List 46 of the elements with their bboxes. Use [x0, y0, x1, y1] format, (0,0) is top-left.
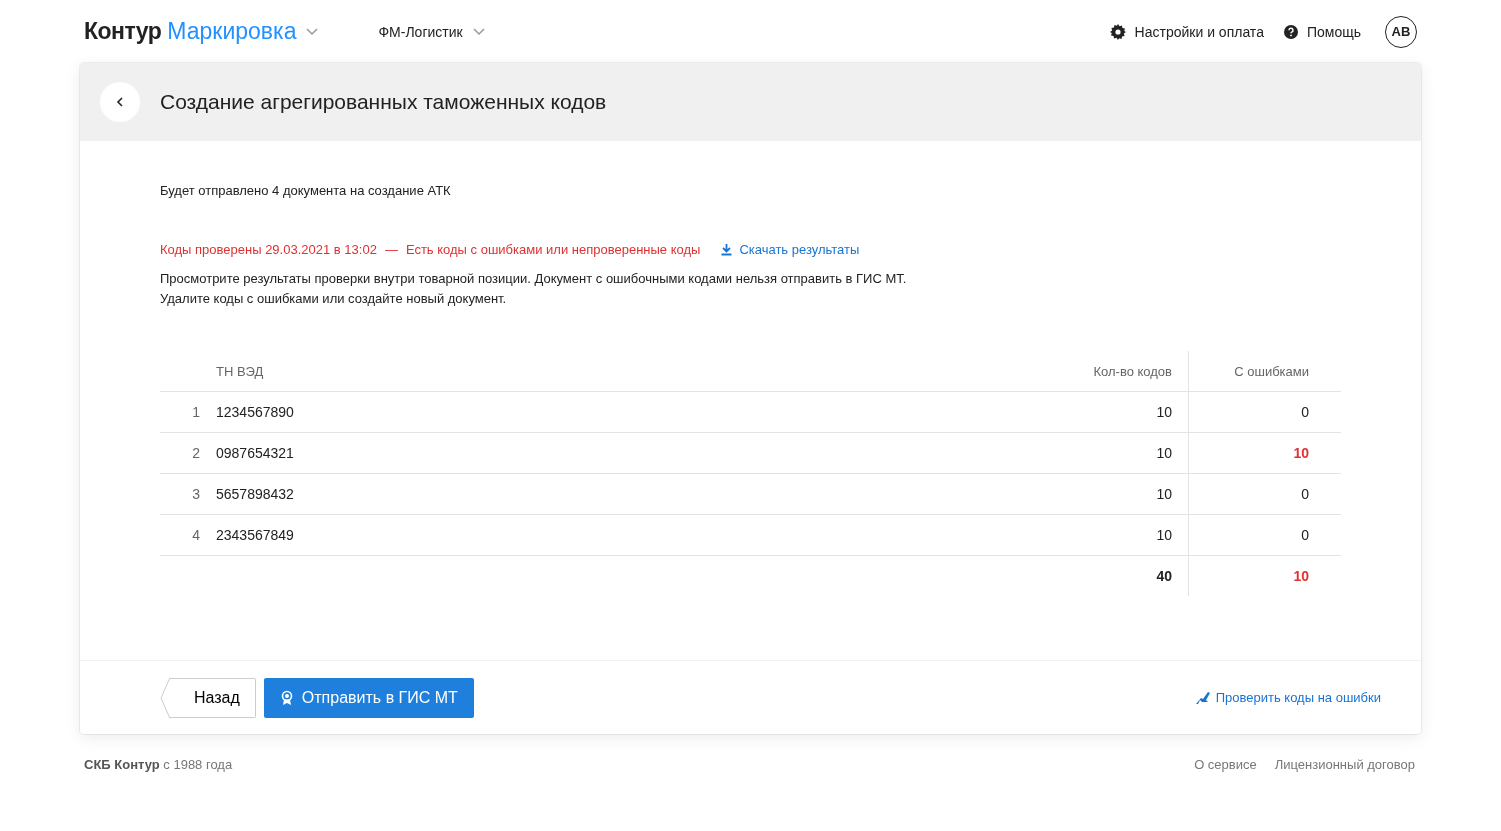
row-number: 3: [160, 473, 216, 515]
back-button[interactable]: [100, 82, 140, 122]
check-codes-link[interactable]: Проверить коды на ошибки: [1194, 690, 1381, 705]
error-count: 0: [1301, 404, 1309, 420]
help-link[interactable]: Помощь: [1283, 23, 1361, 40]
chevron-left-icon: [116, 96, 124, 108]
total-error-count: 10: [1293, 568, 1309, 584]
check-warning: Есть коды с ошибками или непроверенные коды: [405, 242, 701, 257]
column-header: ТН ВЭД: [216, 351, 654, 392]
summary-text: Будет отправлено 4 документа на создание АТК: [160, 183, 452, 198]
table-cell: 10: [653, 391, 1189, 433]
table-cell: 0987654321: [216, 432, 654, 474]
error-count: 0: [1301, 527, 1309, 543]
help-icon: [1283, 24, 1298, 39]
column-header: Кол-во кодов: [653, 351, 1189, 392]
settings-icon: [1109, 23, 1126, 40]
footer-link[interactable]: Лицензионный договор: [1274, 756, 1415, 772]
instruction-text: Просмотрите результаты проверки внутри товарной позиции. Документ с ошибочными кодами нельзя отправить в ГИС МТ. Удалите коды с ошибками или создайте новый документ.: [160, 270, 908, 308]
award-icon: [279, 689, 294, 706]
error-count: 10: [1293, 445, 1309, 461]
table-cell: 1234567890: [216, 391, 654, 433]
row-number: 2: [160, 432, 216, 474]
table-cell: 2343567849: [216, 514, 654, 556]
settings-link[interactable]: Настройки и оплата: [1109, 23, 1264, 40]
chevron-down-icon: [472, 27, 485, 36]
logo-brand[interactable]: Контур: [84, 18, 162, 45]
column-header: С ошибками: [1188, 351, 1341, 392]
table-cell: 10: [653, 473, 1189, 515]
error-count: 0: [1301, 486, 1309, 502]
row-number: 4: [160, 514, 216, 556]
page-title: Создание агрегированных таможенных кодов: [160, 90, 607, 114]
download-icon: [720, 243, 734, 256]
copyright-text: СКБ Контур с 1988 года: [84, 756, 233, 772]
total-count: 40: [653, 555, 1189, 596]
separator-dash: —: [384, 242, 398, 257]
footer-link[interactable]: О сервисе: [1194, 756, 1257, 772]
row-number: 1: [160, 391, 216, 433]
check-status: Коды проверены 29.03.2021 в 13:02: [160, 242, 377, 257]
send-button[interactable]: Отправить в ГИС МТ: [263, 677, 474, 718]
table-cell: 10: [653, 432, 1189, 474]
arrow-tip-icon: [160, 676, 170, 719]
table-cell: 5657898432: [216, 473, 654, 515]
chevron-down-icon: [306, 27, 319, 36]
table-cell: 10: [653, 514, 1189, 556]
organization-selector[interactable]: ФМ-Логистик: [378, 23, 485, 40]
download-link[interactable]: Скачать результаты: [720, 242, 860, 257]
